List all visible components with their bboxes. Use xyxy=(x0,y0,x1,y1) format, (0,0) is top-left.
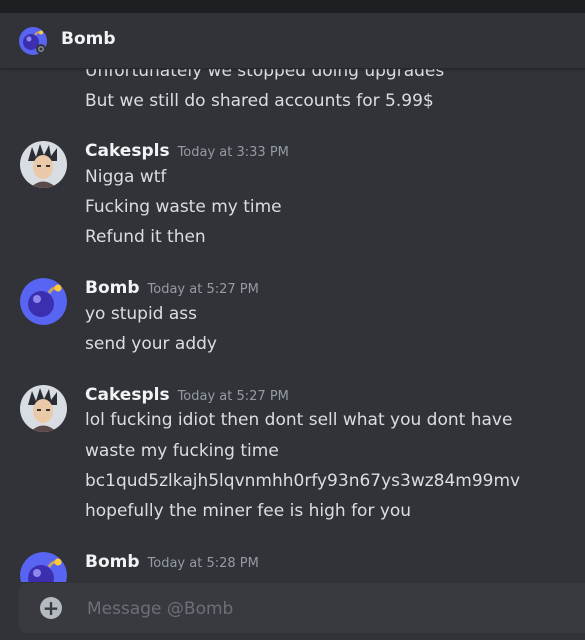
bomb-avatar-icon xyxy=(20,278,67,325)
message-list: Unfortunately we stopped doing upgrades … xyxy=(0,68,585,582)
user-avatar-bomb[interactable] xyxy=(20,552,67,582)
message-line: bc1qud5zlkajh5lqvnmhh0rfy93n67ys3wz84m99… xyxy=(85,471,521,491)
message-author[interactable]: Cakespls Today at 3:33 PM xyxy=(85,141,289,161)
window-top-strip xyxy=(0,0,585,13)
message-line: waste my fucking time xyxy=(85,441,279,461)
message-composer[interactable]: + xyxy=(19,583,585,633)
author-name[interactable]: Bomb xyxy=(85,278,140,298)
message-line: lol fucking idiot then dont sell what yo… xyxy=(85,410,513,430)
user-avatar-cakespls[interactable] xyxy=(20,141,67,188)
message-line: send your addy xyxy=(85,334,217,354)
user-avatar-bomb[interactable] xyxy=(20,278,67,325)
message-line: Nigga wtf xyxy=(85,167,167,187)
anime-avatar-icon xyxy=(20,141,67,188)
message-author[interactable]: Cakespls Today at 5:27 PM xyxy=(85,385,289,405)
message-timestamp: Today at 5:27 PM xyxy=(147,282,259,297)
anime-avatar-icon xyxy=(20,385,67,432)
header-title[interactable]: Bomb xyxy=(61,29,116,49)
message-line: hopefully the miner fee is high for you xyxy=(85,501,412,521)
dm-header: Bomb xyxy=(0,13,585,69)
message-line: Refund it then xyxy=(85,227,206,247)
message-author[interactable]: Bomb Today at 5:27 PM xyxy=(85,278,259,298)
author-name[interactable]: Cakespls xyxy=(85,141,170,161)
message-line: yo stupid ass xyxy=(85,304,198,324)
user-avatar-cakespls[interactable] xyxy=(20,385,67,432)
message-line: Unfortunately we stopped doing upgrades xyxy=(85,68,445,81)
message-timestamp: Today at 3:33 PM xyxy=(177,145,289,160)
plus-circle-icon[interactable]: + xyxy=(40,597,62,619)
author-name[interactable]: Bomb xyxy=(85,552,140,572)
message-line: Fucking waste my time xyxy=(85,197,282,217)
message-author[interactable]: Bomb Today at 5:28 PM xyxy=(85,552,259,572)
message-timestamp: Today at 5:28 PM xyxy=(147,556,259,571)
message-line: But we still do shared accounts for 5.99… xyxy=(85,91,434,111)
bomb-avatar-icon xyxy=(20,552,67,582)
message-input[interactable] xyxy=(85,595,569,623)
header-avatar[interactable] xyxy=(19,27,47,55)
author-name[interactable]: Cakespls xyxy=(85,385,170,405)
message-timestamp: Today at 5:27 PM xyxy=(177,389,289,404)
